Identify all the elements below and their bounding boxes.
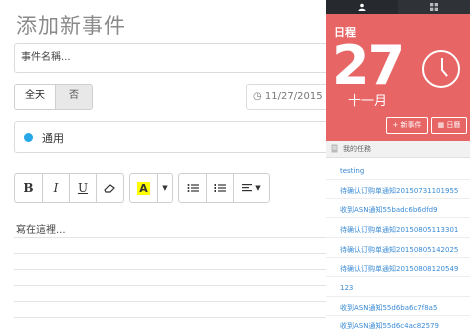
clock-icon [422, 50, 460, 88]
panel-tabs [326, 0, 470, 14]
numbered-list-icon [214, 184, 226, 192]
editor-line [14, 301, 326, 302]
bold-button[interactable]: B [15, 174, 42, 202]
all-day-on-option[interactable]: 全天 [15, 85, 55, 109]
form-title: 添加新事件 [16, 14, 126, 38]
current-month: 十一月 [348, 94, 388, 109]
all-day-toggle[interactable]: 全天 否 [14, 84, 93, 110]
task-item[interactable]: 收到ASN通知55d6ba6c7f8a5 [340, 303, 437, 313]
align-button[interactable]: ▼ [233, 174, 269, 202]
tab-grid[interactable] [398, 0, 470, 14]
editor-line [14, 285, 326, 286]
italic-button[interactable]: I [42, 174, 69, 202]
calendar-select[interactable]: 通用 [14, 121, 326, 153]
date-header: 日程 27 十一月 + 新事件 ▦ 日曆 [326, 14, 470, 141]
editor-line [14, 237, 326, 238]
list-group: ▼ [178, 173, 270, 203]
user-icon [358, 3, 366, 11]
eraser-button[interactable] [96, 174, 123, 202]
task-divider [326, 315, 470, 316]
task-divider [326, 276, 470, 277]
task-item[interactable]: 待确认订购单通知20150808120549 [340, 264, 458, 274]
start-date-value: 11/27/2015 9 [264, 91, 326, 102]
italic-label: I [53, 181, 59, 195]
highlight-dropdown-button[interactable]: ▼ [157, 174, 172, 202]
bold-label: B [23, 181, 34, 195]
task-divider [326, 296, 470, 297]
calendar-button-label: 日曆 [446, 121, 461, 129]
tasks-label: 我的任務 [343, 145, 371, 153]
calendar-button[interactable]: ▦ 日曆 [431, 117, 467, 134]
task-divider [326, 179, 470, 180]
editor-toolbar: B I U A ▼ ▼ [14, 173, 275, 203]
event-name-input[interactable]: 事件名稱... [14, 43, 326, 73]
current-day: 27 [332, 34, 405, 97]
editor-placeholder[interactable]: 寫在這裡... [16, 221, 66, 236]
editor-line [14, 253, 326, 254]
document-icon [331, 144, 338, 153]
bullet-list-icon [187, 184, 199, 192]
highlight-color-button[interactable]: A [130, 174, 157, 202]
task-item[interactable]: 收到ASN通知55badc6b6dfd9 [340, 205, 438, 215]
task-item[interactable]: testing [340, 167, 364, 175]
highlight-group: A ▼ [129, 173, 173, 203]
start-date-input[interactable]: ◷ 11/27/2015 9 [246, 84, 326, 110]
caret-down-icon: ▼ [255, 184, 261, 192]
task-divider [326, 237, 470, 238]
task-item[interactable]: 123 [340, 284, 353, 292]
task-divider [326, 217, 470, 218]
numbered-list-button[interactable] [206, 174, 233, 202]
all-day-off-option[interactable]: 否 [55, 85, 92, 109]
grid-icon [430, 3, 438, 11]
task-item[interactable]: 待确认订购单通知20150805113301 [340, 225, 458, 235]
event-form: 添加新事件 事件名稱... 全天 否 ◷ 11/27/2015 9 通用 B I… [0, 0, 326, 329]
editor-line [14, 317, 326, 318]
calendar-name: 通用 [42, 132, 64, 145]
bullet-list-button[interactable] [179, 174, 206, 202]
tab-profile[interactable] [326, 0, 398, 14]
editor-line [14, 269, 326, 270]
eraser-icon [104, 184, 115, 193]
tasks-header: 我的任務 [326, 141, 470, 158]
calendar-icon: ▦ [437, 121, 445, 129]
task-item[interactable]: 收到ASN通知55d6c4ac82579 [340, 321, 439, 329]
clock-icon: ◷ [253, 91, 262, 102]
underline-button[interactable]: U [69, 174, 96, 202]
caret-down-icon: ▼ [162, 184, 168, 192]
highlight-label: A [137, 181, 150, 195]
schedule-panel: 日程 27 十一月 + 新事件 ▦ 日曆 我的任務 testing 待确认订购单… [326, 0, 470, 329]
align-left-icon [242, 184, 253, 192]
new-event-button[interactable]: + 新事件 [386, 117, 428, 134]
task-divider [326, 257, 470, 258]
calendar-color-dot [24, 133, 33, 142]
text-style-group: B I U [14, 173, 124, 203]
task-item[interactable]: 待确认订购单通知20150731101955 [340, 186, 458, 196]
underline-label: U [77, 181, 89, 195]
task-item[interactable]: 待确认订购单通知20150805142025 [340, 245, 458, 255]
task-divider [326, 198, 470, 199]
